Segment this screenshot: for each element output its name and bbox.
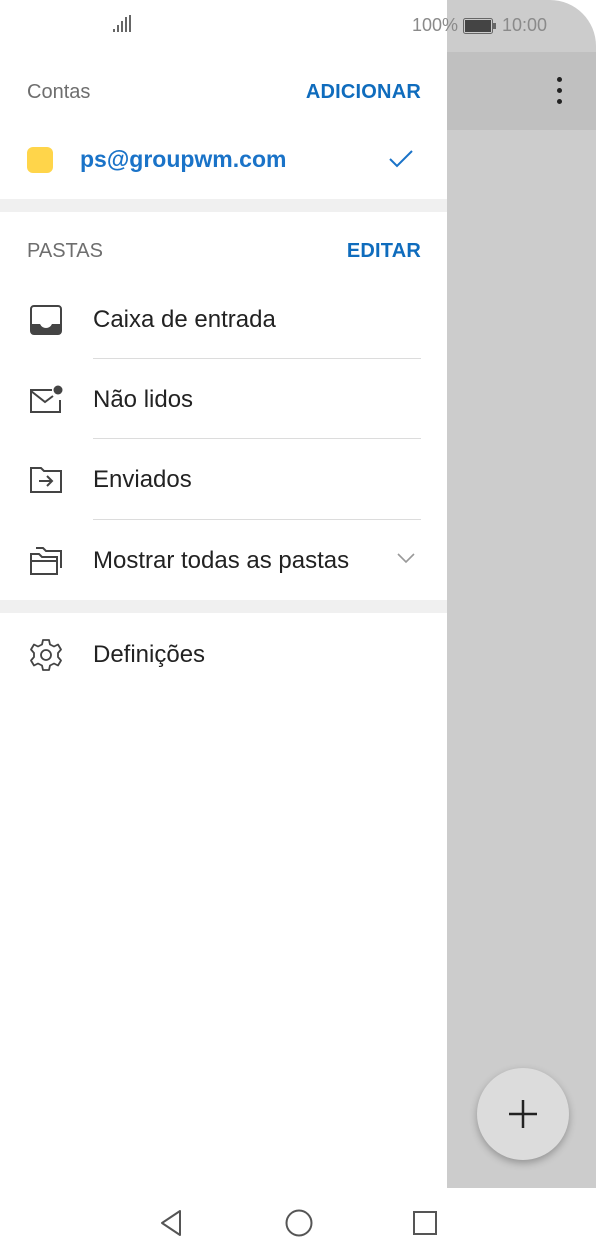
folders-header: PASTAS EDITAR xyxy=(27,236,421,266)
folder-label: Enviados xyxy=(93,466,192,493)
row-separator xyxy=(93,438,421,439)
row-separator xyxy=(93,358,421,359)
show-all-folders-item[interactable]: Mostrar todas as pastas xyxy=(0,521,447,601)
section-divider xyxy=(0,600,447,613)
folder-item-inbox[interactable]: Caixa de entrada xyxy=(0,280,447,360)
recents-icon[interactable] xyxy=(411,1208,439,1238)
home-icon[interactable] xyxy=(284,1208,314,1238)
account-item[interactable]: ps@groupwm.com xyxy=(0,134,447,186)
battery-icon xyxy=(463,18,496,34)
navigation-drawer: Contas ADICIONAR ps@groupwm.com PASTAS E… xyxy=(0,0,447,1188)
accounts-header: Contas ADICIONAR xyxy=(27,77,421,107)
folder-label: Mostrar todas as pastas xyxy=(93,547,350,574)
row-separator xyxy=(93,519,421,520)
unread-mail-icon xyxy=(30,385,63,413)
folders-icon xyxy=(30,547,62,575)
chevron-down-icon xyxy=(397,553,415,564)
compose-plus-icon xyxy=(509,1100,537,1128)
edit-folders-button[interactable]: EDITAR xyxy=(347,240,421,263)
folder-label: Caixa de entrada xyxy=(93,306,276,333)
add-account-button[interactable]: ADICIONAR xyxy=(306,81,421,104)
check-icon xyxy=(389,150,413,168)
folder-label: Não lidos xyxy=(93,386,194,413)
section-divider xyxy=(0,199,447,212)
signal-icon xyxy=(113,15,131,32)
account-email: ps@groupwm.com xyxy=(80,146,287,172)
folders-title: PASTAS xyxy=(27,239,103,262)
overflow-menu-icon[interactable] xyxy=(543,70,575,110)
battery-percent: 100% xyxy=(412,15,459,35)
compose-button[interactable] xyxy=(477,1068,569,1160)
inbox-icon xyxy=(30,305,62,335)
gear-icon xyxy=(30,639,62,671)
folder-item-sent[interactable]: Enviados xyxy=(0,440,447,520)
account-color-badge xyxy=(27,147,53,173)
back-icon[interactable] xyxy=(158,1208,184,1238)
status-bar: 100% 10:00 xyxy=(0,0,596,52)
sent-folder-icon xyxy=(30,467,62,493)
accounts-title: Contas xyxy=(27,80,91,103)
folder-item-unread[interactable]: Não lidos xyxy=(0,360,447,440)
settings-label: Definições xyxy=(93,641,206,668)
settings-item[interactable]: Definições xyxy=(0,615,447,695)
clock: 10:00 xyxy=(502,15,548,35)
system-nav-bar xyxy=(0,1188,596,1260)
